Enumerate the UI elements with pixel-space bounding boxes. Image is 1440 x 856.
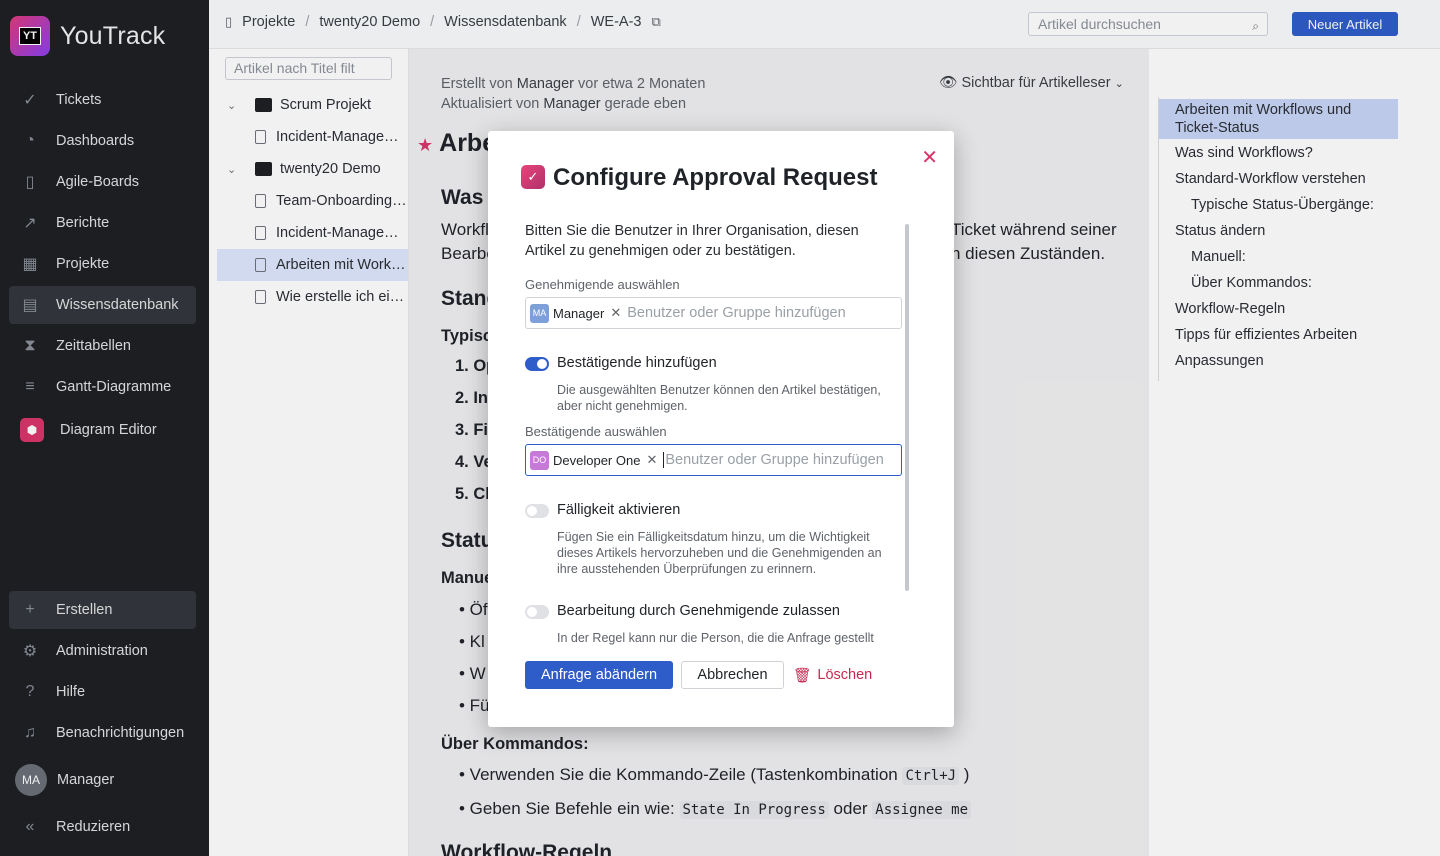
delete-button[interactable]: 🗑 Löschen bbox=[793, 661, 872, 689]
close-icon[interactable]: ✕ bbox=[921, 145, 938, 170]
confirmers-input[interactable]: DO Developer One ✕ Benutzer oder Gruppe … bbox=[525, 444, 902, 476]
approval-icon: ✓ bbox=[521, 165, 545, 189]
cancel-button[interactable]: Abbrechen bbox=[681, 661, 784, 689]
delete-label: Löschen bbox=[817, 667, 873, 683]
approvers-placeholder: Benutzer oder Gruppe hinzufügen bbox=[627, 305, 846, 321]
trash-icon: 🗑 bbox=[793, 667, 812, 684]
approver-chip: MA Manager ✕ bbox=[530, 303, 621, 323]
confirmers-label: Bestätigende auswählen bbox=[525, 424, 667, 439]
due-date-desc: Fügen Sie ein Fälligkeitsdatum hinzu, um… bbox=[557, 530, 882, 576]
avatar: DO bbox=[530, 450, 549, 470]
dialog-title: Configure Approval Request bbox=[553, 164, 878, 191]
remove-chip-icon[interactable]: ✕ bbox=[610, 305, 621, 321]
confirmers-placeholder: Benutzer oder Gruppe hinzufügen bbox=[663, 452, 884, 468]
confirmers-toggle[interactable] bbox=[525, 357, 549, 371]
chip-label: Manager bbox=[553, 305, 605, 321]
dialog-description: Bitten Sie die Benutzer in Ihrer Organis… bbox=[525, 223, 859, 259]
due-date-toggle-label: Fälligkeit aktivieren bbox=[557, 502, 681, 518]
confirmer-chip: DO Developer One ✕ bbox=[530, 450, 657, 470]
due-date-toggle[interactable] bbox=[525, 504, 549, 518]
dialog-scrollbar[interactable] bbox=[904, 224, 910, 591]
approvers-label: Genehmigende auswählen bbox=[525, 277, 680, 292]
edit-desc: In der Regel kann nur die Person, die di… bbox=[557, 631, 874, 645]
chip-label: Developer One bbox=[553, 452, 641, 468]
edit-toggle[interactable] bbox=[525, 605, 549, 619]
submit-request-button[interactable]: Anfrage abändern bbox=[525, 661, 673, 689]
remove-chip-icon[interactable]: ✕ bbox=[646, 452, 657, 468]
approvers-input[interactable]: MA Manager ✕ Benutzer oder Gruppe hinzuf… bbox=[525, 297, 902, 329]
approval-request-dialog: ✕ ✓ Configure Approval Request Bitten Si… bbox=[488, 131, 954, 727]
scrollbar-thumb[interactable] bbox=[905, 224, 909, 591]
confirmers-desc: Die ausgewählten Benutzer können den Art… bbox=[557, 383, 881, 413]
confirmers-toggle-label: Bestätigende hinzufügen bbox=[557, 355, 717, 371]
edit-toggle-label: Bearbeitung durch Genehmigende zulassen bbox=[557, 603, 840, 619]
avatar: MA bbox=[530, 303, 549, 323]
